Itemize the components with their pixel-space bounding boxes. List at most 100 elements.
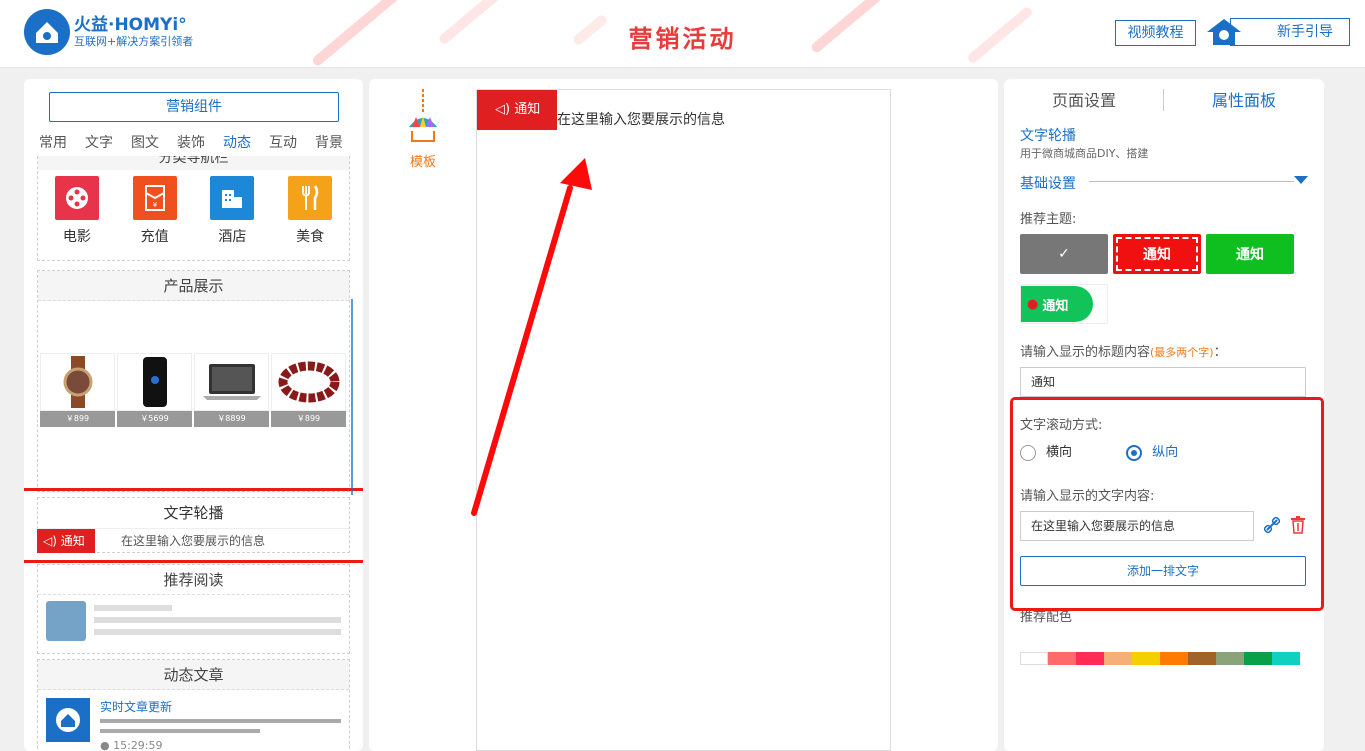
theme-label-text: 通知 [1143, 247, 1171, 263]
panel-tabs: 页面设置 属性面板 [1004, 91, 1324, 111]
theme-option-cherry[interactable]: ● 通知 [1020, 284, 1108, 324]
product-price: ￥899 [40, 411, 115, 427]
tab-decoration[interactable]: 装饰 [177, 132, 205, 152]
marketing-components-title[interactable]: 营销组件 [49, 92, 339, 122]
house-guide-icon [1207, 19, 1241, 45]
component-desc: 用于微商城商品DIY、搭建 [1020, 147, 1149, 160]
hotel-icon [210, 176, 255, 220]
tab-image-text[interactable]: 图文 [131, 132, 159, 152]
article-link[interactable]: 实时文章更新 [100, 698, 341, 715]
svg-text:¥: ¥ [152, 201, 157, 209]
highlight-frame [24, 488, 363, 563]
tab-background[interactable]: 背景 [315, 132, 343, 152]
beginner-guide-label: 新手引导 [1230, 18, 1350, 46]
shop-template-icon [409, 89, 437, 142]
component-panel: 营销组件 常用 文字 图文 装饰 动态 互动 背景 分类导航栏 电影 ¥ 充值 [24, 79, 363, 751]
notice-badge[interactable]: ◁) 通知 [477, 90, 557, 130]
theme-label: 推荐主题: [1020, 212, 1077, 227]
recharge-icon: ¥ [132, 176, 177, 220]
cherry-icon: ● [1027, 296, 1039, 312]
nav-label: 美食 [296, 229, 325, 245]
theme-label-text: 通知 [1236, 247, 1264, 263]
section-divider [1089, 181, 1294, 182]
reading-skeleton [94, 601, 341, 641]
product-item: ￥5699 [117, 353, 192, 427]
tab-page-settings[interactable]: 页面设置 [1004, 91, 1164, 111]
tab-text[interactable]: 文字 [85, 132, 113, 152]
phone-image [117, 353, 192, 411]
highlight-frame [1010, 397, 1324, 611]
title-input[interactable]: 通知 [1020, 367, 1306, 397]
product-list: ￥899 ￥5699 ￥8899 ￥899 [38, 353, 349, 427]
tab-interactive[interactable]: 互动 [269, 132, 297, 152]
tab-dynamic[interactable]: 动态 [223, 132, 251, 152]
category-nav-block[interactable]: 分类导航栏 电影 ¥ 充值 酒店 美食 [37, 156, 350, 261]
swatch[interactable] [1188, 652, 1216, 665]
category-tabs: 常用 文字 图文 装饰 动态 互动 背景 [39, 132, 361, 152]
article-preview: 实时文章更新 ● 15:29:59 [38, 690, 349, 751]
theme-label-text: 通知 [1042, 298, 1069, 314]
theme-option-red[interactable]: 通知 [1113, 234, 1201, 274]
product-item: ￥899 [40, 353, 115, 427]
tab-property-panel[interactable]: 属性面板 [1164, 91, 1324, 111]
product-display-title: 产品展示 [38, 271, 349, 301]
basic-settings-title[interactable]: 基础设置 [1020, 173, 1076, 193]
category-nav-icons: 电影 ¥ 充值 酒店 美食 [38, 170, 349, 246]
swatch[interactable] [1244, 652, 1272, 665]
product-price: ￥5699 [117, 411, 192, 427]
phone-preview: ◁) 通知 在这里输入您要展示的信息 [476, 89, 891, 751]
template-label: 模板 [409, 155, 436, 170]
recommended-reading-block[interactable]: 推荐阅读 [37, 564, 350, 654]
laptop-image [194, 353, 269, 411]
nav-item-movie: 电影 [54, 176, 99, 246]
product-price: ￥8899 [194, 411, 269, 427]
nav-item-recharge: ¥ 充值 [132, 176, 177, 246]
article-time: ● 15:29:59 [100, 739, 163, 751]
dynamic-article-title: 动态文章 [38, 660, 349, 690]
food-icon [288, 176, 333, 220]
nav-label: 酒店 [218, 229, 247, 245]
bracelet-image [271, 353, 346, 411]
top-bar: 火益·HOMYi° 互联网+解决方案引领者 营销活动 视频教程 新手引导 [0, 0, 1365, 68]
speaker-icon: ◁) [495, 102, 511, 117]
preview-canvas: 模板 ◁) 通知 在这里输入您要展示的信息 [369, 79, 998, 751]
scrollbar[interactable] [351, 299, 353, 495]
reading-preview [38, 595, 349, 647]
theme-option-green[interactable]: 通知 [1206, 234, 1294, 274]
swatch[interactable] [1160, 652, 1188, 665]
dynamic-article-block[interactable]: 动态文章 实时文章更新 ● 15:29:59 [37, 659, 350, 751]
reading-thumbnail [46, 601, 86, 641]
tab-divider [1163, 89, 1164, 111]
swatch[interactable] [1216, 652, 1244, 665]
film-icon [54, 176, 99, 220]
article-info: 实时文章更新 ● 15:29:59 [100, 698, 341, 751]
color-swatches [1020, 652, 1300, 665]
product-item: ￥899 [271, 353, 346, 427]
house-logo-icon [46, 698, 90, 742]
theme-option-gray[interactable]: ✓ [1020, 234, 1108, 274]
video-tutorial-button[interactable]: 视频教程 [1115, 20, 1196, 46]
nav-item-hotel: 酒店 [210, 176, 255, 246]
clock-icon: ● [100, 739, 110, 751]
swatch[interactable] [1076, 652, 1104, 665]
product-item: ￥8899 [194, 353, 269, 427]
swatch[interactable] [1048, 652, 1076, 665]
swatch[interactable] [1132, 652, 1160, 665]
swatch[interactable] [1104, 652, 1132, 665]
category-nav-title: 分类导航栏 [38, 156, 349, 170]
check-icon: ✓ [1058, 246, 1070, 262]
product-price: ￥899 [271, 411, 346, 427]
nav-label: 电影 [62, 229, 91, 245]
product-display-block[interactable]: 产品展示 ￥899 ￥5699 ￥8899 ￥899 [37, 270, 350, 492]
watch-image [40, 353, 115, 411]
swatch[interactable] [1272, 652, 1300, 665]
template-button[interactable]: 模板 [406, 89, 440, 170]
title-content-label: 请输入显示的标题内容(最多两个字)： [1020, 345, 1227, 360]
recommended-reading-title: 推荐阅读 [38, 565, 349, 595]
collapse-triangle-icon[interactable] [1294, 176, 1308, 184]
swatch[interactable] [1020, 652, 1048, 665]
beginner-guide-button[interactable]: 新手引导 [1204, 16, 1350, 48]
tab-common[interactable]: 常用 [39, 132, 67, 152]
nav-label: 充值 [140, 229, 169, 245]
notice-text[interactable]: 在这里输入您要展示的信息 [557, 109, 725, 129]
